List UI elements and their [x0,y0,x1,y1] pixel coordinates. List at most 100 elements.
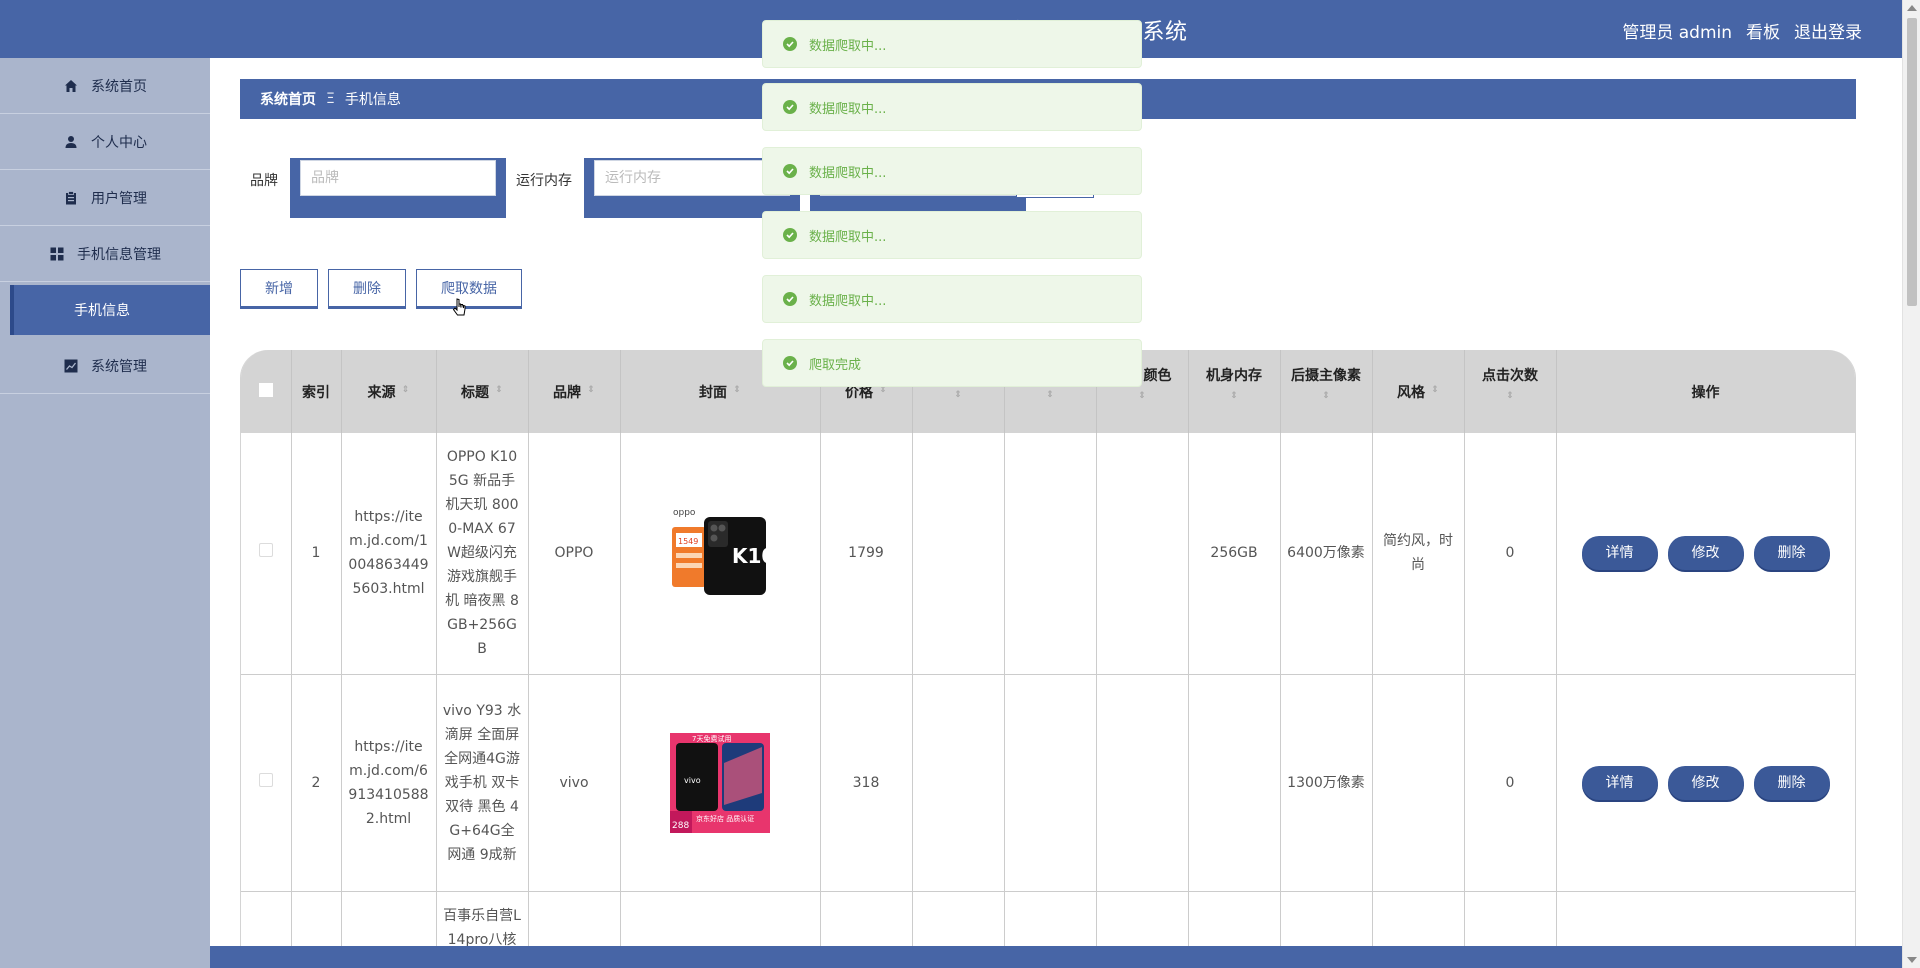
breadcrumb-separator: Ξ [326,91,335,107]
select-all-header [241,350,292,433]
row-delete-button[interactable]: 删除 [1753,765,1830,800]
bottom-strip [210,946,1902,968]
sort-icon: ⇕ [954,389,962,400]
check-circle-icon [783,37,797,51]
cell-brand: OPPO [528,433,621,675]
col-clicks[interactable]: 点击次数 ⇕ [1464,350,1557,433]
check-circle-icon [783,164,797,178]
sidebar-item-label: 个人中心 [91,134,147,151]
cell-empty [912,674,1005,892]
toast-text: 爬取完成 [809,357,862,373]
col-source[interactable]: 来源 ⇕ [341,350,437,433]
vivo-price-tag: 288 [672,821,689,831]
col-actions: 操作 [1556,350,1855,433]
sidebar-item-system[interactable]: 系统管理 [0,338,210,394]
toast-text: 数据爬取中... [809,229,887,245]
toast-text: 数据爬取中... [809,101,887,117]
scroll-down-arrow-icon[interactable] [1907,957,1917,963]
cell-source: https://item.jd.com/10048634495603.html [341,433,437,675]
cell-brand: vivo [528,674,621,892]
col-storage[interactable]: 机身内存 ⇕ [1188,350,1281,433]
logout-link[interactable]: 退出登录 [1794,18,1862,43]
vertical-scrollbar[interactable] [1902,0,1920,968]
scrollbar-thumb[interactable] [1907,18,1917,306]
user-label: 管理员 admin [1622,23,1732,43]
detail-button[interactable]: 详情 [1581,536,1658,571]
delete-button[interactable]: 删除 [328,269,406,309]
cell-empty [1004,674,1097,892]
breadcrumb-current: 手机信息 [344,92,401,108]
sort-icon: ⇕ [587,384,595,395]
row-checkbox[interactable] [258,543,273,558]
cell-actions: 详情 修改 删除 [1556,674,1855,892]
crawl-button[interactable]: 爬取数据 [416,269,522,309]
cell-cover: 7天免费试用 vivo 288 京东好店 品质认证 [620,674,821,892]
sidebar-subitem-phone-info[interactable]: 手机信息 [10,285,210,335]
row-checkbox[interactable] [258,772,273,787]
sort-icon: ⇕ [879,384,887,395]
cell-title: vivo Y93 水滴屏 全面屏 全网通4G游戏手机 双卡双待 黑色 4G+64… [436,674,529,892]
toast-message: 数据爬取中... [762,211,1142,259]
brand-input[interactable] [300,160,496,196]
sidebar-item-label: 用户管理 [91,190,147,207]
breadcrumb-home[interactable]: 系统首页 [260,89,316,109]
col-style-label: 风格 [1397,384,1425,401]
col-clicks-label: 点击次数 [1482,367,1538,384]
cell-clicks: 0 [1464,433,1557,675]
check-circle-icon [783,100,797,114]
col-storage-label: 机身内存 [1206,367,1262,384]
k10-label: K10 [732,544,770,568]
detail-button[interactable]: 详情 [1581,765,1658,800]
sidebar-item-label: 手机信息管理 [77,246,161,263]
clipboard-icon [63,190,79,206]
cell-style [1372,674,1465,892]
col-brand[interactable]: 品牌 ⇕ [528,350,621,433]
col-title[interactable]: 标题 ⇕ [436,350,529,433]
cell-camera: 6400万像素 [1280,433,1373,675]
col-title-label: 标题 [461,384,489,401]
cell-empty [1004,433,1097,675]
toast-text: 数据爬取中... [809,38,887,54]
sort-icon: ⇕ [401,384,410,395]
cell-empty [912,433,1005,675]
row-checkbox-cell [241,433,292,675]
row-delete-button[interactable]: 删除 [1753,536,1830,571]
cell-title: OPPO K10 5G 新品手机天玑 8000-MAX 67W超级闪充游戏旗舰手… [436,433,529,675]
col-camera[interactable]: 后摄主像素 ⇕ [1280,350,1373,433]
check-circle-icon [783,356,797,370]
chart-icon [63,358,79,374]
sidebar-item-phone-info-mgmt[interactable]: 手机信息管理 [0,226,210,282]
sidebar-item-profile[interactable]: 个人中心 [0,114,210,170]
sort-icon: ⇕ [495,384,503,395]
oppo-cover-image: oppo 1549 K10 [670,503,775,603]
grid-icon [49,246,65,262]
sidebar: 系统首页 个人中心 用户管理 手机信息管理 手机信息 系统管理 [0,58,210,968]
edit-button[interactable]: 修改 [1667,536,1744,571]
vivo-logo-text: vivo [684,776,701,785]
user-icon [63,134,79,150]
oppo-logo-text: oppo [673,508,696,518]
select-all-checkbox[interactable] [258,382,273,397]
cell-cover: oppo 1549 K10 [620,433,821,675]
sort-icon: ⇕ [1046,389,1054,400]
dashboard-link[interactable]: 看板 [1746,18,1780,43]
col-style[interactable]: 风格 ⇕ [1372,350,1465,433]
ram-input[interactable] [594,160,790,196]
col-cover-label: 封面 [699,384,727,401]
col-brand-label: 品牌 [553,384,581,401]
toast-message: 数据爬取中... [762,20,1142,68]
cell-actions: 详情 修改 删除 [1556,433,1855,675]
sidebar-item-label: 系统首页 [91,78,147,95]
scroll-up-arrow-icon[interactable] [1907,5,1917,11]
mouse-cursor-icon [452,298,468,324]
toast-text: 数据爬取中... [809,165,887,181]
sidebar-item-home[interactable]: 系统首页 [0,58,210,114]
table-row: 1 https://item.jd.com/10048634495603.htm… [241,433,1855,675]
add-button[interactable]: 新增 [240,269,318,309]
cell-color [1096,433,1189,675]
top-right-menu: 管理员 admin 看板 退出登录 [1622,18,1862,43]
toolbar: 新增 删除 爬取数据 [240,269,522,309]
check-circle-icon [783,228,797,242]
edit-button[interactable]: 修改 [1667,765,1744,800]
sidebar-item-users[interactable]: 用户管理 [0,170,210,226]
